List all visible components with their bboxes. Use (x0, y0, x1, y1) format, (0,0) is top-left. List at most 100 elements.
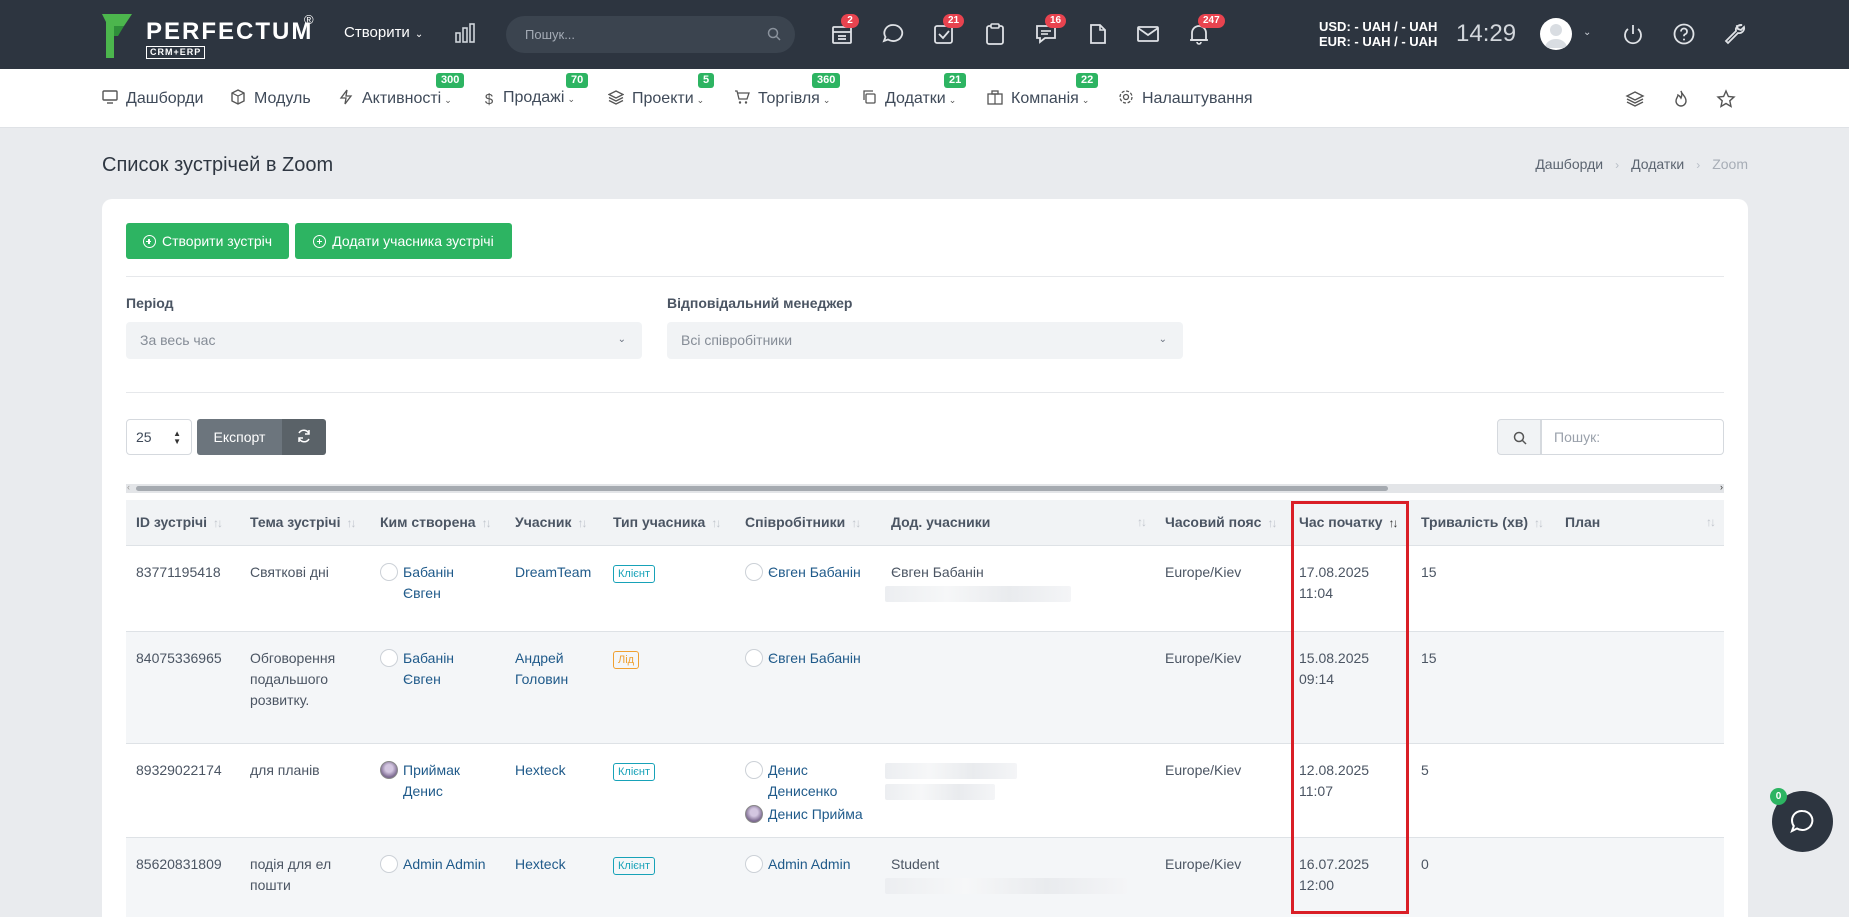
create-menu[interactable]: Створити ⌄ (344, 24, 423, 41)
calendar-icon[interactable]: 2 (829, 14, 859, 47)
nav-item-company[interactable]: Компанія ⌄ 22 (987, 73, 1099, 108)
table-row[interactable]: 83771195418 Святкові дні Бабанін Євген Dr… (126, 544, 1724, 631)
nav-badge: 70 (566, 73, 589, 88)
creator-link[interactable]: Бабанін Євген (403, 648, 454, 690)
cell-participant-type: Лід (603, 630, 735, 743)
table-row[interactable]: 84075336965 Обговорення подальшого розви… (126, 630, 1724, 743)
nav-item-dashboards[interactable]: Дашборди (102, 89, 203, 108)
nav-item-activities[interactable]: Активності ⌄ 300 (338, 73, 465, 108)
manager-select[interactable]: Всі співробітники ⌄ (667, 322, 1183, 359)
chevron-down-icon: ⌄ (1158, 334, 1167, 345)
participant-link[interactable]: Hexteck (515, 856, 566, 872)
employee-link[interactable]: Admin Admin (768, 854, 850, 875)
creator-link[interactable]: Приймак Денис (403, 760, 460, 802)
plus-circle-icon (313, 235, 327, 248)
nav-label: Додатки (885, 90, 946, 107)
table-row[interactable]: 85620831809 подія для ел пошти Admin Adm… (126, 836, 1724, 917)
employee-link[interactable]: Євген Бабанін (768, 562, 861, 583)
chat-icon[interactable] (880, 21, 906, 47)
export-button[interactable]: Експорт (197, 419, 282, 455)
horizontal-scrollbar[interactable]: ‹ › (126, 482, 1724, 493)
chevron-down-icon: ⌄ (1081, 95, 1090, 105)
nav-item-addons[interactable]: Додатки ⌄ 21 (861, 73, 967, 108)
tasks-icon[interactable]: 21 (931, 14, 965, 47)
start-date: 16.07.2025 (1299, 855, 1370, 872)
create-meeting-button[interactable]: Створити зустріч (126, 223, 289, 259)
participant-link[interactable]: DreamTeam (515, 564, 591, 580)
participant-link[interactable]: Hexteck (515, 762, 566, 778)
bar-chart-icon[interactable] (454, 22, 476, 44)
col-employees[interactable]: Співробітники ↑↓ (735, 500, 881, 545)
employee-link[interactable]: Євген Бабанін (768, 648, 861, 669)
nav-badge: 22 (1076, 73, 1099, 88)
breadcrumb-addons[interactable]: Додатки (1631, 156, 1684, 172)
clipboard-icon[interactable] (982, 21, 1008, 47)
col-topic[interactable]: Тема зустрічі ↑↓ (240, 500, 370, 545)
col-duration[interactable]: Тривалість (хв) ↑↓ (1411, 500, 1555, 545)
refresh-button[interactable] (282, 419, 326, 455)
col-participant-type[interactable]: Тип учасника ↑↓ (603, 500, 735, 545)
meetings-table: ID зустрічі ↑↓ Тема зустрічі ↑↓ Ким створе… (126, 500, 1724, 917)
nav-item-settings[interactable]: Налаштування (1118, 89, 1253, 108)
meetings-card: Створити зустріч Додати учасника зустріч… (102, 199, 1748, 917)
perfectum-logo[interactable]: PERFECTUM ® CRM+ERP (102, 12, 322, 60)
currency-rates: USD: - UAH / - UAH EUR: - UAH / - UAH (1319, 19, 1437, 49)
start-date: 12.08.2025 (1299, 761, 1370, 778)
document-icon[interactable] (1084, 21, 1110, 47)
wrench-icon[interactable] (1722, 21, 1748, 47)
power-icon[interactable] (1620, 21, 1646, 47)
search-icon[interactable] (767, 27, 781, 41)
col-creator[interactable]: Ким створена ↑↓ (370, 500, 505, 545)
cell-duration: 0 (1411, 836, 1555, 917)
plus-circle-icon (142, 235, 156, 248)
creator-link[interactable]: Admin Admin (403, 854, 485, 875)
chat-fab-button[interactable]: 0 (1770, 788, 1833, 852)
clock: 14:29 (1456, 20, 1517, 47)
messages-icon[interactable]: 16 (1033, 14, 1067, 47)
col-timezone[interactable]: Часовий пояс ↑↓ (1155, 500, 1289, 545)
participant-link[interactable]: Андрей Головин (515, 650, 568, 687)
currency-eur: EUR: - UAH / - UAH (1319, 34, 1438, 49)
top-search[interactable] (506, 16, 795, 53)
bell-icon[interactable]: 247 (1186, 14, 1225, 47)
nav-item-trade[interactable]: Торгівля ⌄ 360 (734, 73, 841, 108)
help-icon[interactable] (1671, 21, 1697, 47)
layers-icon[interactable] (1625, 89, 1645, 109)
scrollbar-thumb[interactable] (136, 486, 1388, 491)
col-start-time[interactable]: Час початку ↑↓ (1289, 500, 1411, 545)
add-participant-label: Додати учасника зустрічі (332, 233, 494, 249)
top-search-input[interactable] (506, 16, 746, 53)
cell-extra-participants: Student (881, 836, 1155, 917)
table-row[interactable]: 89329022174 для планів Приймак Денис Hext… (126, 742, 1724, 837)
fire-icon[interactable] (1671, 89, 1691, 109)
nav-item-projects[interactable]: Проекти ⌄ 5 (608, 73, 715, 108)
col-extra-participants[interactable]: Дод. учасники ↑↓ (881, 500, 1155, 545)
nav-item-sales[interactable]: $ Продажі ⌄ 70 (483, 73, 589, 108)
cell-start-time: 16.07.2025 12:00 (1289, 836, 1411, 917)
messages-badge: 16 (1045, 14, 1067, 28)
breadcrumb-dashboards[interactable]: Дашборди (1535, 156, 1603, 172)
add-participant-button[interactable]: Додати учасника зустрічі (295, 223, 512, 259)
col-id[interactable]: ID зустрічі ↑↓ (126, 500, 240, 545)
nav-label: Проекти (632, 90, 694, 107)
table-search-input[interactable] (1541, 419, 1724, 455)
employee-link[interactable]: Денис Прийма (768, 804, 863, 825)
scroll-left-icon[interactable]: ‹ (127, 482, 130, 492)
period-select[interactable]: За весь час ⌄ (126, 322, 642, 359)
table-search-icon-box (1497, 419, 1541, 455)
chevron-down-icon: ⌄ (948, 95, 957, 105)
creator-link[interactable]: Бабанін Євген (403, 562, 454, 604)
user-avatar[interactable] (1540, 18, 1572, 50)
per-page-select[interactable]: 25 ▲ ▼ (126, 419, 192, 455)
col-plan[interactable]: План ↑↓ (1555, 500, 1724, 545)
star-icon[interactable] (1716, 89, 1736, 109)
chevron-down-icon[interactable]: ⌄ (1583, 27, 1591, 38)
nav-item-module[interactable]: Модуль (230, 89, 311, 108)
mail-icon[interactable] (1135, 21, 1161, 47)
scroll-right-icon[interactable]: › (1720, 482, 1723, 492)
cell-creator: Admin Admin (370, 836, 505, 917)
dollar-icon: $ (484, 91, 494, 108)
col-participant[interactable]: Учасник ↑↓ (505, 500, 603, 545)
employee-link[interactable]: Денис Денисенко (768, 760, 871, 802)
cell-topic: подія для ел пошти (240, 836, 370, 917)
